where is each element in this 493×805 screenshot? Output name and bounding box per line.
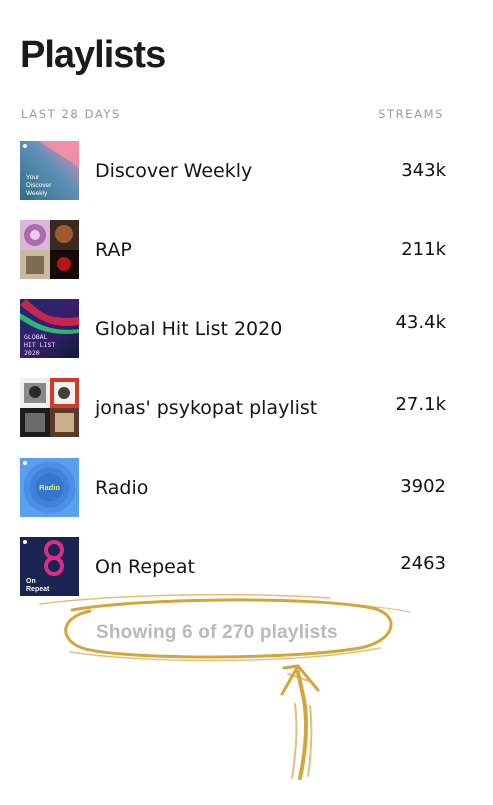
annotation-ellipse [64, 598, 393, 659]
annotation-overlay [39, 593, 411, 780]
annotation-arrow-icon [280, 664, 320, 780]
